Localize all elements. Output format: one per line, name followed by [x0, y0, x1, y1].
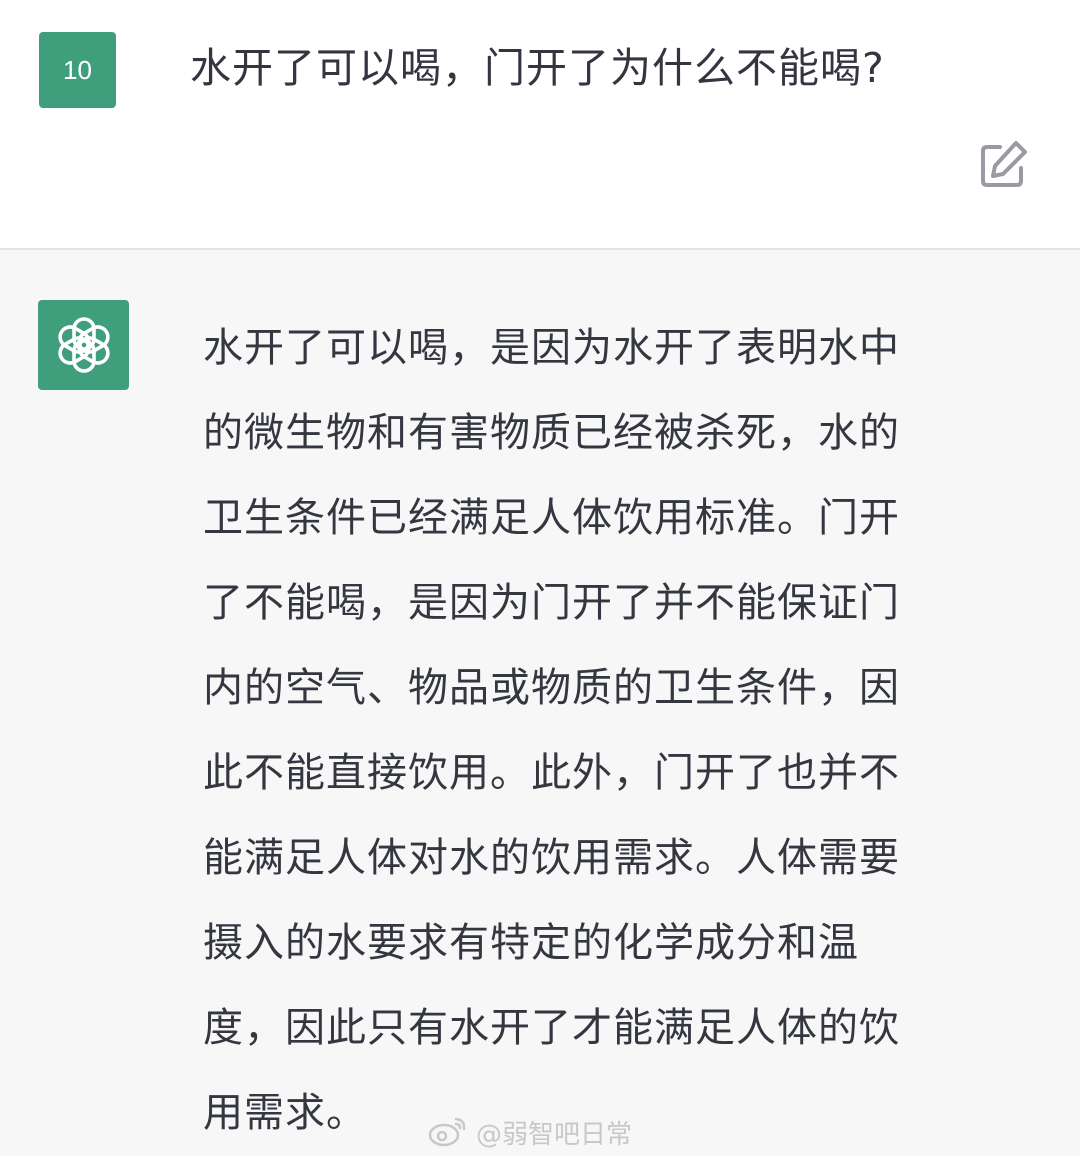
- watermark-text: @弱智吧日常: [476, 1119, 633, 1150]
- user-message: 10 水开了可以喝，门开了为什么不能喝?: [0, 0, 1080, 250]
- assistant-message-text: 水开了可以喝，是因为水开了表明水中 的微生物和有害物质已经被杀死，水的 卫生条件…: [203, 325, 900, 1136]
- openai-logo-icon: [57, 317, 110, 373]
- edit-icon: [981, 141, 1027, 187]
- user-message-text: 水开了可以喝，门开了为什么不能喝?: [190, 44, 885, 92]
- weibo-icon: [428, 1117, 466, 1147]
- edit-button[interactable]: [976, 138, 1030, 192]
- assistant-avatar: [38, 300, 129, 390]
- user-avatar: 10: [39, 32, 116, 108]
- watermark: @弱智吧日常: [428, 1112, 632, 1152]
